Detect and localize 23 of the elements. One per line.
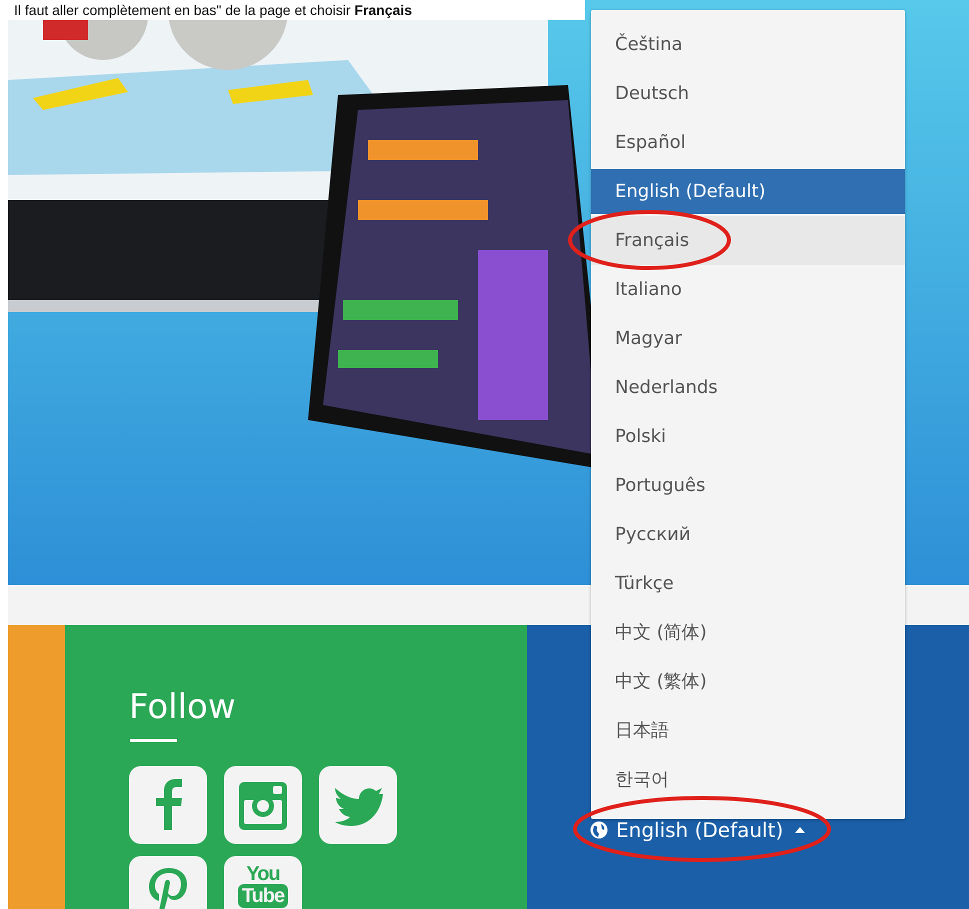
language-option[interactable]: 中文 (简体): [591, 608, 905, 657]
language-option[interactable]: Français: [591, 216, 905, 265]
language-option[interactable]: Русский: [591, 510, 905, 559]
globe-icon: [590, 821, 608, 839]
language-option[interactable]: 日本語: [591, 706, 905, 755]
instagram-icon[interactable]: [224, 766, 302, 844]
language-option[interactable]: Čeština: [591, 20, 905, 69]
twitter-icon[interactable]: [319, 766, 397, 844]
language-option[interactable]: Polski: [591, 412, 905, 461]
pinterest-icon[interactable]: [129, 856, 207, 909]
facebook-icon[interactable]: [129, 766, 207, 844]
language-option[interactable]: Nederlands: [591, 363, 905, 412]
language-option[interactable]: Deutsch: [591, 69, 905, 118]
language-option[interactable]: English (Default): [591, 169, 905, 214]
language-option[interactable]: Italiano: [591, 265, 905, 314]
caption-text: Il faut aller complètement en bas" de la page et choisir Français: [14, 2, 412, 18]
language-option[interactable]: Magyar: [591, 314, 905, 363]
language-option[interactable]: Español: [591, 118, 905, 167]
language-option[interactable]: Türkçe: [591, 559, 905, 608]
language-option[interactable]: 한국어: [591, 755, 905, 804]
follow-heading: Follow: [129, 687, 236, 727]
language-option[interactable]: 中文 (繁体): [591, 657, 905, 706]
language-option[interactable]: Português: [591, 461, 905, 510]
